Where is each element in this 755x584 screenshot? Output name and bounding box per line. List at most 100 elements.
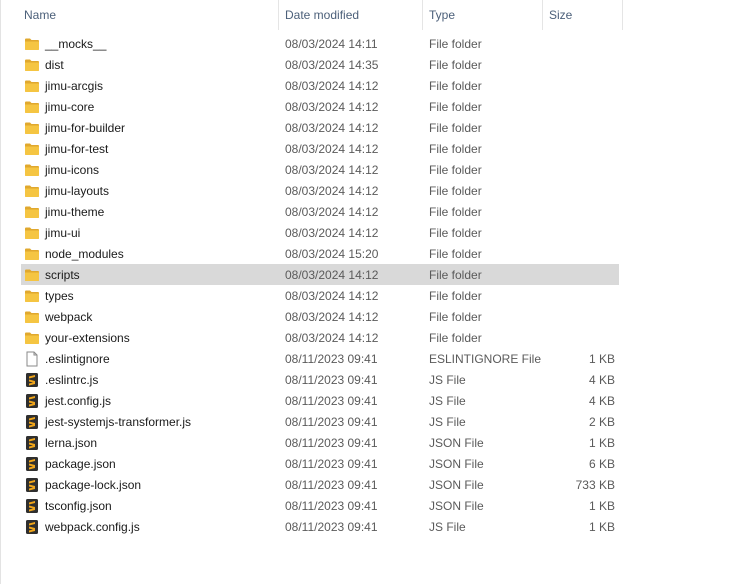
file-row[interactable]: .eslintignore 08/11/2023 09:41 ESLINTIGNOR…	[21, 348, 619, 369]
file-name[interactable]: tsconfig.json	[45, 499, 112, 513]
file-row[interactable]: jimu-for-test 08/03/2024 14:12 File folder	[21, 138, 619, 159]
file-row[interactable]: jimu-arcgis 08/03/2024 14:12 File folder	[21, 75, 619, 96]
file-rows: __mocks__ 08/03/2024 14:11 File folder dist…	[21, 33, 621, 537]
folder-icon	[24, 330, 40, 346]
file-type: File folder	[429, 78, 482, 93]
file-row[interactable]: jimu-theme 08/03/2024 14:12 File folder	[21, 201, 619, 222]
file-row[interactable]: .eslintrc.js 08/11/2023 09:41 JS File 4 KB	[21, 369, 619, 390]
column-header-type[interactable]: Type	[423, 0, 543, 30]
file-row[interactable]: package.json 08/11/2023 09:41 JSON File 6 K…	[21, 453, 619, 474]
file-type: File folder	[429, 330, 482, 345]
file-row[interactable]: jimu-icons 08/03/2024 14:12 File folder	[21, 159, 619, 180]
file-row[interactable]: __mocks__ 08/03/2024 14:11 File folder	[21, 33, 619, 54]
file-row[interactable]: webpack.config.js 08/11/2023 09:41 JS File…	[21, 516, 619, 537]
column-header-size[interactable]: Size	[543, 0, 623, 30]
file-name[interactable]: jimu-for-test	[45, 142, 108, 156]
file-row[interactable]: types 08/03/2024 14:12 File folder	[21, 285, 619, 306]
file-type: File folder	[429, 183, 482, 198]
file-name[interactable]: jimu-arcgis	[45, 79, 103, 93]
file-row[interactable]: jimu-core 08/03/2024 14:12 File folder	[21, 96, 619, 117]
file-type: File folder	[429, 36, 482, 51]
file-name-cell[interactable]: scripts	[21, 267, 285, 283]
file-type: File folder	[429, 99, 482, 114]
file-name[interactable]: .eslintrc.js	[45, 373, 98, 387]
file-row[interactable]: jest-systemjs-transformer.js 08/11/2023 0…	[21, 411, 619, 432]
file-name[interactable]: jimu-layouts	[45, 184, 109, 198]
file-date-modified: 08/03/2024 14:12	[285, 267, 379, 282]
file-row[interactable]: node_modules 08/03/2024 15:20 File folder	[21, 243, 619, 264]
file-name-cell[interactable]: webpack	[21, 309, 285, 325]
file-date-modified: 08/11/2023 09:41	[285, 477, 378, 492]
file-name[interactable]: .eslintignore	[45, 352, 110, 366]
file-name[interactable]: scripts	[45, 268, 80, 282]
file-name[interactable]: __mocks__	[45, 37, 106, 51]
file-size: 1 KB	[588, 498, 615, 513]
file-name-cell[interactable]: jimu-layouts	[21, 183, 285, 199]
file-name[interactable]: jimu-icons	[45, 163, 99, 177]
file-name-cell[interactable]: jest-systemjs-transformer.js	[21, 414, 285, 430]
file-row[interactable]: lerna.json 08/11/2023 09:41 JSON File 1 KB	[21, 432, 619, 453]
file-name[interactable]: lerna.json	[45, 436, 97, 450]
file-row[interactable]: jimu-ui 08/03/2024 14:12 File folder	[21, 222, 619, 243]
file-name-cell[interactable]: lerna.json	[21, 435, 285, 451]
file-row[interactable]: jimu-layouts 08/03/2024 14:12 File folder	[21, 180, 619, 201]
file-name-cell[interactable]: .eslintrc.js	[21, 372, 285, 388]
file-size: 2 KB	[588, 414, 615, 429]
file-row[interactable]: jest.config.js 08/11/2023 09:41 JS File 4 K…	[21, 390, 619, 411]
file-name-cell[interactable]: jest.config.js	[21, 393, 285, 409]
file-name[interactable]: package.json	[45, 457, 116, 471]
file-name[interactable]: dist	[45, 58, 64, 72]
file-row[interactable]: jimu-for-builder 08/03/2024 14:12 File fol…	[21, 117, 619, 138]
file-date-modified: 08/11/2023 09:41	[285, 393, 378, 408]
file-name[interactable]: webpack.config.js	[45, 520, 140, 534]
file-name-cell[interactable]: dist	[21, 57, 285, 73]
file-name[interactable]: jest-systemjs-transformer.js	[45, 415, 191, 429]
file-row[interactable]: dist 08/03/2024 14:35 File folder	[21, 54, 619, 75]
file-name[interactable]: jimu-theme	[45, 205, 104, 219]
code-file-icon	[24, 519, 40, 535]
file-row[interactable]: package-lock.json 08/11/2023 09:41 JSON Fi…	[21, 474, 619, 495]
file-name[interactable]: package-lock.json	[45, 478, 141, 492]
file-name[interactable]: jimu-ui	[45, 226, 80, 240]
file-name-cell[interactable]: jimu-theme	[21, 204, 285, 220]
file-name-cell[interactable]: .eslintignore	[21, 351, 285, 367]
folder-icon	[24, 141, 40, 157]
folder-icon	[24, 99, 40, 115]
file-name-cell[interactable]: package-lock.json	[21, 477, 285, 493]
file-date-modified: 08/03/2024 14:12	[285, 99, 379, 114]
code-file-icon	[24, 435, 40, 451]
file-date-modified: 08/03/2024 14:12	[285, 225, 379, 240]
file-name[interactable]: webpack	[45, 310, 92, 324]
sort-ascending-icon[interactable]: ^	[143, 0, 154, 10]
file-name-cell[interactable]: jimu-arcgis	[21, 78, 285, 94]
file-name-cell[interactable]: package.json	[21, 456, 285, 472]
file-name-cell[interactable]: jimu-core	[21, 99, 285, 115]
file-row[interactable]: webpack 08/03/2024 14:12 File folder	[21, 306, 619, 327]
file-name-cell[interactable]: webpack.config.js	[21, 519, 285, 535]
file-name[interactable]: node_modules	[45, 247, 124, 261]
file-name[interactable]: types	[45, 289, 74, 303]
file-name[interactable]: jimu-core	[45, 100, 94, 114]
file-name-cell[interactable]: node_modules	[21, 246, 285, 262]
file-name-cell[interactable]: jimu-for-test	[21, 141, 285, 157]
file-name-cell[interactable]: types	[21, 288, 285, 304]
column-header-date-modified[interactable]: Date modified	[279, 0, 423, 30]
file-name-cell[interactable]: jimu-icons	[21, 162, 285, 178]
file-type: JS File	[429, 372, 466, 387]
file-name-cell[interactable]: your-extensions	[21, 330, 285, 346]
file-name-cell[interactable]: jimu-ui	[21, 225, 285, 241]
file-row[interactable]: your-extensions 08/03/2024 14:12 File fold…	[21, 327, 619, 348]
file-name-cell[interactable]: __mocks__	[21, 36, 285, 52]
file-size: 1 KB	[588, 519, 615, 534]
file-name[interactable]: your-extensions	[45, 331, 130, 345]
file-name[interactable]: jest.config.js	[45, 394, 111, 408]
folder-icon	[24, 267, 40, 283]
file-row[interactable]: tsconfig.json 08/11/2023 09:41 JSON File 1 …	[21, 495, 619, 516]
file-name[interactable]: jimu-for-builder	[45, 121, 125, 135]
file-name-cell[interactable]: jimu-for-builder	[21, 120, 285, 136]
file-name-cell[interactable]: tsconfig.json	[21, 498, 285, 514]
file-row[interactable]: scripts 08/03/2024 14:12 File folder	[21, 264, 619, 285]
file-type: ESLINTIGNORE File	[429, 351, 542, 366]
column-header-name[interactable]: ^ Name	[0, 0, 279, 30]
pane-left-border	[0, 0, 1, 584]
